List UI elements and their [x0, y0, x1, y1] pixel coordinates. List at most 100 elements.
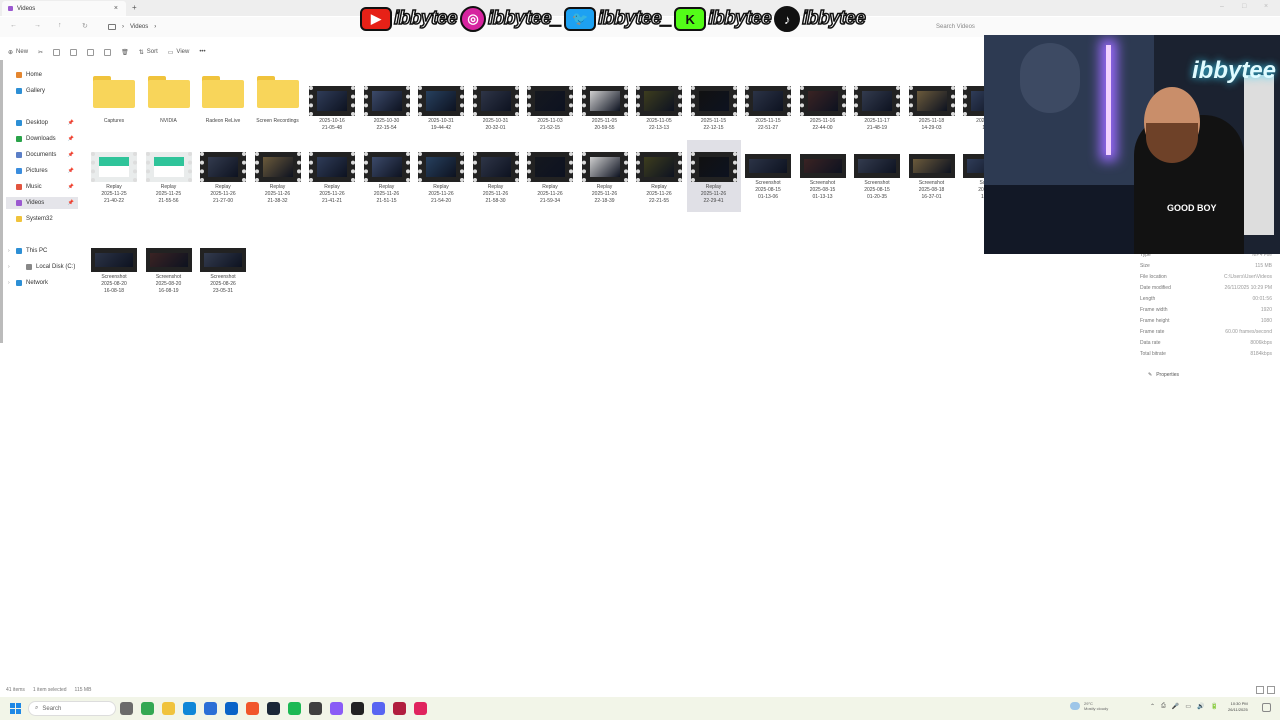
sidebar-item-network[interactable]: › Network	[6, 277, 78, 289]
search-input[interactable]: Search Videos	[930, 20, 1050, 34]
messenger-icon[interactable]	[330, 702, 343, 715]
file-item[interactable]: Screenshot 2025-08-15 01-13-06	[741, 140, 795, 212]
file-item[interactable]: Replay 2025-11-26 21-27-00	[196, 140, 250, 212]
file-item[interactable]: Screenshot 2025-08-15 01-20-35	[850, 140, 904, 212]
spotify-icon[interactable]	[288, 702, 301, 715]
properties-button[interactable]: ✎ Properties	[1148, 372, 1179, 378]
sidebar-item-this-pc[interactable]: › This PC	[6, 245, 78, 257]
folder-item[interactable]: Captures	[87, 74, 141, 146]
sort-button[interactable]: ⇅ Sort	[139, 49, 158, 56]
cut-icon[interactable]: ✂	[38, 49, 43, 56]
back-icon[interactable]: ←	[10, 22, 17, 29]
task-view-icon[interactable]	[120, 702, 133, 715]
file-item[interactable]: Screenshot 2025-08-26 23-05-31	[196, 234, 250, 306]
up-icon[interactable]: ↑	[58, 22, 62, 29]
tiles-view-icon[interactable]	[1267, 686, 1275, 694]
discord-icon[interactable]	[372, 702, 385, 715]
sidebar-item-documents[interactable]: Documents 📌	[6, 149, 78, 161]
edge-icon[interactable]	[183, 702, 196, 715]
expand-chevron-icon[interactable]: ›	[8, 280, 10, 286]
tray-icon[interactable]: ⌃	[1150, 703, 1155, 710]
sidebar-item-gallery[interactable]: Gallery	[6, 85, 78, 97]
chrome-icon[interactable]	[141, 702, 154, 715]
file-item[interactable]: 2025-11-05 20-59-55	[578, 74, 632, 146]
file-item[interactable]: Replay 2025-11-26 22-29-41	[686, 140, 741, 212]
file-item[interactable]: Replay 2025-11-25 21-40-22	[87, 140, 141, 212]
brave-icon[interactable]	[246, 702, 259, 715]
file-item[interactable]: Screenshot 2025-08-20 16-08-18	[87, 234, 141, 306]
tray-icon[interactable]: 🎤	[1172, 703, 1179, 710]
sidebar-item-home[interactable]: Home	[6, 69, 78, 81]
steam-icon[interactable]	[267, 702, 280, 715]
file-explorer-icon[interactable]	[162, 702, 175, 715]
file-item[interactable]: Replay 2025-11-26 21-58-30	[469, 140, 523, 212]
weather-widget[interactable]: 29°C Mostly cloudy	[1070, 701, 1108, 711]
rename-icon[interactable]	[87, 48, 95, 56]
more-options-button[interactable]: •••	[199, 49, 205, 55]
file-item[interactable]: Screenshot 2025-08-15 01-13-13	[796, 140, 850, 212]
copy-icon[interactable]	[53, 48, 61, 56]
file-item[interactable]: 2025-10-30 22-15-54	[360, 74, 414, 146]
file-item[interactable]: 2025-11-16 22-44-00	[796, 74, 850, 146]
tray-icon[interactable]: 🔊	[1197, 703, 1204, 710]
breadcrumb-videos[interactable]: Videos	[130, 24, 148, 30]
file-item[interactable]: 2025-11-03 21-52-15	[523, 74, 577, 146]
davinci-icon[interactable]	[393, 702, 406, 715]
sidebar-item-system32[interactable]: System32	[6, 213, 78, 225]
terminal-icon[interactable]	[351, 702, 364, 715]
sidebar-item-music[interactable]: Music 📌	[6, 181, 78, 193]
file-item[interactable]: 2025-11-17 21-48-19	[850, 74, 904, 146]
delete-icon[interactable]: 🗑	[121, 49, 129, 56]
obs-icon[interactable]	[309, 702, 322, 715]
taskbar-search[interactable]: ⌕ Search	[28, 701, 116, 716]
outlook-icon[interactable]	[225, 702, 238, 715]
share-icon[interactable]	[104, 48, 112, 56]
file-item[interactable]: Replay 2025-11-26 22-18-39	[578, 140, 632, 212]
file-item[interactable]: Replay 2025-11-25 21-55-56	[142, 140, 196, 212]
file-item[interactable]: 2025-11-05 22-13-13	[632, 74, 686, 146]
tab-videos[interactable]: Videos ×	[2, 1, 126, 16]
new-tab-button[interactable]: +	[132, 3, 137, 12]
file-item[interactable]: Screenshot 2025-08-20 16-08-19	[142, 234, 196, 306]
sidebar-item-local-disk-c[interactable]: › Local Disk (C:)	[6, 261, 78, 273]
file-item[interactable]: Replay 2025-11-26 21-38-32	[251, 140, 305, 212]
clock[interactable]: 10:30 PM 26/11/2025	[1228, 701, 1248, 713]
store-icon[interactable]	[204, 702, 217, 715]
forward-icon[interactable]: →	[34, 22, 41, 29]
file-item[interactable]: Replay 2025-11-26 22-21-55	[632, 140, 686, 212]
file-item[interactable]: Replay 2025-11-26 21-54-20	[414, 140, 468, 212]
minimize-button[interactable]: –	[1220, 3, 1224, 10]
file-item[interactable]: Replay 2025-11-26 21-51-15	[360, 140, 414, 212]
file-item[interactable]: 2025-10-31 19-44-42	[414, 74, 468, 146]
file-item[interactable]: Replay 2025-11-26 21-59-34	[523, 140, 577, 212]
folder-item[interactable]: NVIDIA	[142, 74, 196, 146]
details-view-icon[interactable]	[1256, 686, 1264, 694]
folder-item[interactable]: Radeon ReLive	[196, 74, 250, 146]
sidebar-item-videos[interactable]: Videos 📌	[6, 197, 78, 209]
expand-chevron-icon[interactable]: ›	[8, 248, 10, 254]
file-item[interactable]: Replay 2025-11-26 21-41-21	[305, 140, 359, 212]
folder-item[interactable]: Screen Recordings	[251, 74, 305, 146]
expand-chevron-icon[interactable]: ›	[8, 264, 10, 270]
start-button[interactable]	[10, 703, 21, 714]
file-item[interactable]: 2025-10-31 20-32-01	[469, 74, 523, 146]
refresh-icon[interactable]: ↻	[82, 22, 88, 30]
notification-icon[interactable]	[1262, 703, 1271, 712]
file-item[interactable]: 2025-11-15 22-12-15	[687, 74, 741, 146]
sidebar-item-pictures[interactable]: Pictures 📌	[6, 165, 78, 177]
file-item[interactable]: 2025-10-16 21-05-48	[305, 74, 359, 146]
paste-icon[interactable]	[70, 48, 78, 56]
tray-icon[interactable]: ⎙	[1161, 703, 1166, 710]
file-item[interactable]: 2025-11-15 22-51-27	[741, 74, 795, 146]
file-item[interactable]: Screenshot 2025-08-18 16-37-01	[905, 140, 959, 212]
maximize-button[interactable]: □	[1242, 3, 1246, 10]
view-button[interactable]: ▭ View	[168, 49, 190, 56]
new-button[interactable]: ⊕ New	[8, 49, 28, 56]
sidebar-item-downloads[interactable]: Downloads 📌	[6, 133, 78, 145]
tray-icon[interactable]: ▭	[1185, 703, 1191, 710]
capcut-icon[interactable]	[414, 702, 427, 715]
tray-icon[interactable]: 🔋	[1210, 703, 1217, 710]
file-item[interactable]: 2025-11-18 14-29-03	[905, 74, 959, 146]
sidebar-item-desktop[interactable]: Desktop 📌	[6, 117, 78, 129]
close-tab-icon[interactable]: ×	[114, 5, 118, 12]
